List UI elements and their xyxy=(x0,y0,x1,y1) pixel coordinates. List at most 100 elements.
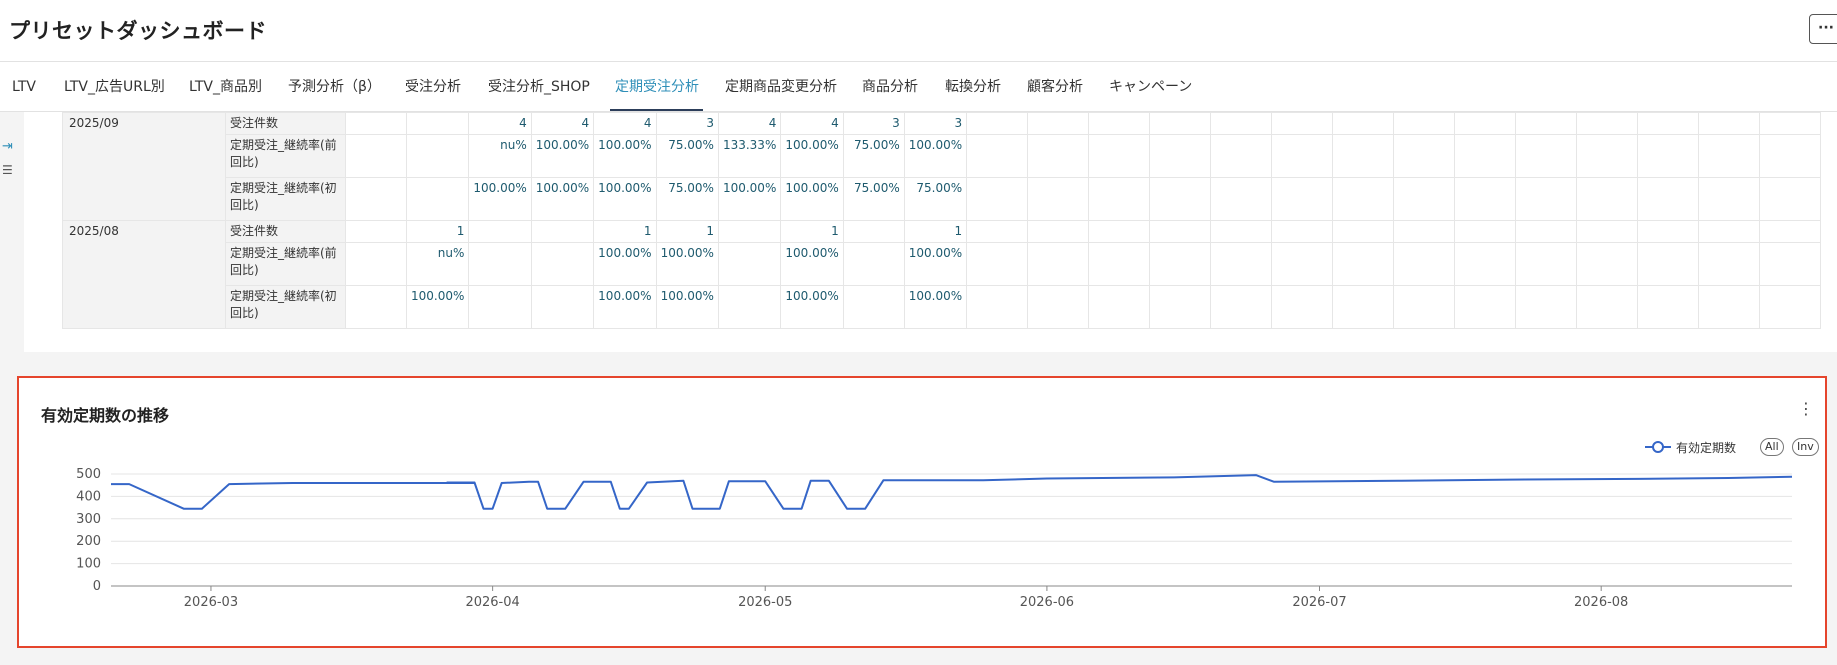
value-cell: 100.00% xyxy=(780,134,844,178)
value-cell: 1 xyxy=(593,220,657,243)
empty-cell xyxy=(1088,242,1151,286)
value-cell xyxy=(717,220,782,243)
value-cell: 1 xyxy=(405,220,470,243)
empty-cell xyxy=(1515,112,1578,135)
empty-cell xyxy=(1637,285,1700,329)
tab-orders[interactable]: 受注分析 xyxy=(405,62,461,112)
line-chart: 0 100 200 300 400 500 2026-03 2026-04 2026-05 202… xyxy=(76,467,1793,610)
empty-cell xyxy=(1210,177,1273,221)
empty-cell xyxy=(1271,220,1334,243)
empty-cell xyxy=(1698,242,1761,286)
empty-cell xyxy=(1515,285,1578,329)
metric-cell: 定期受注_継続率(初回比) xyxy=(225,285,346,329)
tab-campaign[interactable]: キャンペーン xyxy=(1109,62,1192,112)
y-tick-label: 300 xyxy=(76,512,101,527)
value-cell: 100.00% xyxy=(717,177,782,221)
empty-cell xyxy=(1637,177,1700,221)
empty-cell xyxy=(1210,220,1273,243)
empty-cell xyxy=(1027,177,1090,221)
value-cell: 3 xyxy=(903,112,968,135)
empty-cell xyxy=(1698,112,1761,135)
tab-ltv-product[interactable]: LTV_商品別 xyxy=(189,62,262,112)
empty-cell xyxy=(1271,177,1334,221)
y-tick-label: 0 xyxy=(93,579,101,594)
value-cell: 100.00% xyxy=(530,134,595,178)
x-tick-label: 2026-04 xyxy=(465,595,519,610)
empty-cell xyxy=(1210,242,1273,286)
empty-cell xyxy=(1027,134,1090,178)
expand-right-icon[interactable]: ⇥ xyxy=(2,140,13,153)
y-tick-label: 200 xyxy=(76,534,101,549)
value-cell xyxy=(405,177,470,221)
empty-cell xyxy=(1454,220,1517,243)
pivot-table: 2025/09 受注件数 4 4 4 3 4 4 3 3 定期受注_継続率(前回比) nu% 100.0… xyxy=(62,112,1822,329)
value-cell: 100.00% xyxy=(468,177,532,221)
tab-products[interactable]: 商品分析 xyxy=(862,62,918,112)
value-cell xyxy=(842,220,905,243)
tab-ltv-ad-url[interactable]: LTV_広告URL別 xyxy=(64,62,165,112)
value-cell xyxy=(345,134,407,178)
value-cell xyxy=(345,112,407,135)
y-tick-label: 500 xyxy=(76,467,101,482)
x-tick-label: 2026-06 xyxy=(1020,595,1074,610)
value-cell: 100.00% xyxy=(593,242,657,286)
tab-forecast[interactable]: 予測分析（β） xyxy=(288,62,381,112)
value-cell xyxy=(405,134,470,178)
value-cell: 4 xyxy=(593,112,657,135)
empty-cell xyxy=(1454,134,1517,178)
empty-cell xyxy=(1332,112,1395,135)
empty-cell xyxy=(1454,177,1517,221)
empty-cell xyxy=(1637,220,1700,243)
empty-cell xyxy=(1149,285,1212,329)
empty-cell xyxy=(966,242,1029,286)
empty-cell xyxy=(966,285,1029,329)
empty-cell xyxy=(1759,220,1822,243)
value-cell: 100.00% xyxy=(593,177,657,221)
empty-cell xyxy=(1454,242,1517,286)
metric-cell: 定期受注_継続率(初回比) xyxy=(225,177,346,221)
more-options-button[interactable]: ··· xyxy=(1809,14,1837,44)
empty-cell xyxy=(966,220,1029,243)
empty-cell xyxy=(1149,177,1212,221)
table-row: 定期受注_継続率(前回比) nu% 100.00% 100.00% 75.00% 133.… xyxy=(63,134,1822,178)
empty-cell xyxy=(966,134,1029,178)
value-cell: 100.00% xyxy=(593,134,657,178)
tab-subscription-orders[interactable]: 定期受注分析 xyxy=(615,62,699,112)
value-cell: 100.00% xyxy=(903,242,968,286)
empty-cell xyxy=(1027,285,1090,329)
tab-subscription-product-change[interactable]: 定期商品変更分析 xyxy=(725,62,837,112)
empty-cell xyxy=(1149,134,1212,178)
filter-icon[interactable]: ☰ xyxy=(2,164,13,177)
empty-cell xyxy=(1271,112,1334,135)
value-cell: 100.00% xyxy=(780,285,844,329)
value-cell: 100.00% xyxy=(903,134,968,178)
empty-cell xyxy=(1576,177,1639,221)
tab-bar: LTV LTV_広告URL別 LTV_商品別 予測分析（β） 受注分析 受注分析… xyxy=(0,62,1837,112)
empty-cell xyxy=(1698,134,1761,178)
empty-cell xyxy=(1576,134,1639,178)
empty-cell xyxy=(966,177,1029,221)
value-cell: 75.00% xyxy=(903,177,968,221)
tab-customers[interactable]: 顧客分析 xyxy=(1027,62,1083,112)
empty-cell xyxy=(1210,285,1273,329)
empty-cell xyxy=(1332,134,1395,178)
empty-cell xyxy=(1210,112,1273,135)
month-cell: 2025/09 xyxy=(62,112,226,221)
empty-cell xyxy=(1210,134,1273,178)
empty-cell xyxy=(1332,220,1395,243)
empty-cell xyxy=(1698,285,1761,329)
active-tab-indicator xyxy=(610,109,703,111)
empty-cell xyxy=(1637,134,1700,178)
x-tick-label: 2026-05 xyxy=(738,595,792,610)
tab-orders-shop[interactable]: 受注分析_SHOP xyxy=(488,62,590,112)
empty-cell xyxy=(1332,242,1395,286)
value-cell xyxy=(468,220,532,243)
value-cell xyxy=(717,242,782,286)
empty-cell xyxy=(1027,112,1090,135)
tab-conversion[interactable]: 転換分析 xyxy=(945,62,1001,112)
y-tick-label: 100 xyxy=(76,557,101,572)
table-row: 定期受注_継続率(初回比) 100.00% 100.00% 100.00% 75.00%… xyxy=(63,177,1822,221)
tab-ltv[interactable]: LTV xyxy=(12,62,36,112)
table-row: 2025/08 受注件数 1 1 1 1 1 xyxy=(62,220,1822,329)
value-cell: 100.00% xyxy=(780,242,844,286)
